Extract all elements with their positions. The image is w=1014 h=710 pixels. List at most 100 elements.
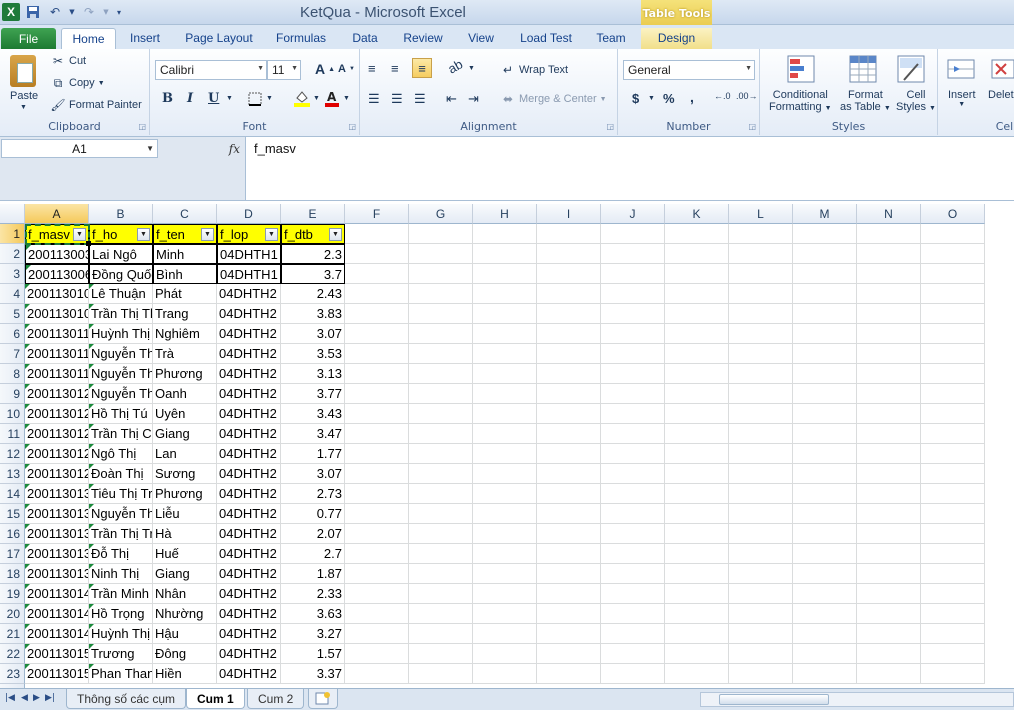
table-cell[interactable]: 04DHTH1 [217,244,281,264]
table-cell[interactable]: Nguyễn Thị [89,504,153,524]
row-header[interactable]: 16 [0,524,25,544]
increase-decimal-icon[interactable]: ←.0 [714,91,731,101]
table-cell[interactable]: Nguyễn Thị [89,364,153,384]
cell[interactable] [345,384,409,404]
cell[interactable] [729,444,793,464]
cell[interactable] [729,564,793,584]
filter-dropdown-icon[interactable]: ▼ [329,228,342,241]
cell[interactable] [345,564,409,584]
table-cell[interactable]: Tiêu Thị Tr [89,484,153,504]
redo-icon[interactable]: ↷ [80,3,98,21]
row-header[interactable]: 4 [0,284,25,304]
cell[interactable] [601,304,665,324]
table-cell[interactable]: 2.43 [281,284,345,304]
format-as-table-icon[interactable] [848,54,878,84]
cell[interactable] [729,584,793,604]
table-cell[interactable]: 200113014 [25,584,89,604]
cell[interactable] [857,304,921,324]
row-header[interactable]: 10 [0,404,25,424]
comma-button[interactable]: , [690,89,694,105]
table-cell[interactable]: 3.43 [281,404,345,424]
table-header-cell[interactable]: f_dtb ▼ [281,224,345,244]
cell[interactable] [409,524,473,544]
cell[interactable] [921,504,985,524]
cell[interactable] [409,364,473,384]
cell[interactable] [537,244,601,264]
cell[interactable] [921,284,985,304]
tab-page-layout[interactable]: Page Layout [178,28,260,49]
number-format-combo[interactable]: General ▼ [623,60,755,80]
cell[interactable] [473,504,537,524]
cell[interactable] [793,284,857,304]
cell[interactable] [537,304,601,324]
cell[interactable] [665,224,729,244]
font-launcher-icon[interactable]: ◲ [348,122,356,131]
prev-sheet-icon[interactable]: ◀ [21,693,28,703]
row-header[interactable]: 20 [0,604,25,624]
cell[interactable] [729,664,793,684]
merge-dropdown-icon[interactable]: ▼ [600,96,607,103]
cell[interactable] [793,524,857,544]
table-cell[interactable]: 200113015 [25,644,89,664]
align-right-icon[interactable]: ☰ [414,91,426,107]
insert-cells-label[interactable]: Insert ▼ [948,89,976,108]
table-cell[interactable]: 04DHTH2 [217,664,281,684]
cell[interactable] [793,364,857,384]
cell[interactable] [345,524,409,544]
tab-home[interactable]: Home [61,28,116,49]
cell[interactable] [729,324,793,344]
table-cell[interactable]: Phát [153,284,217,304]
table-cell[interactable]: 200113012 [25,464,89,484]
cell[interactable] [537,564,601,584]
alignment-launcher-icon[interactable]: ◲ [606,122,614,131]
font-name-combo[interactable]: Calibri ▼ [155,60,267,80]
table-cell[interactable]: Trương [89,644,153,664]
table-cell[interactable]: Trần Thị C [89,424,153,444]
table-header-cell[interactable]: f_masv ▼ [25,224,89,244]
cell[interactable] [409,624,473,644]
cell[interactable] [729,264,793,284]
row-header[interactable]: 7 [0,344,25,364]
row-header[interactable]: 8 [0,364,25,384]
table-cell[interactable]: Huế [153,544,217,564]
paste-button[interactable]: Paste [10,90,38,102]
cell[interactable] [601,624,665,644]
cell[interactable] [409,584,473,604]
cell[interactable] [601,264,665,284]
table-cell[interactable]: 04DHTH2 [217,584,281,604]
cell[interactable] [409,464,473,484]
cell[interactable] [601,644,665,664]
cell[interactable] [665,504,729,524]
borders-dropdown-icon[interactable]: ▼ [266,95,273,102]
save-icon[interactable] [24,3,42,21]
cell[interactable] [665,384,729,404]
column-header-c[interactable]: C [153,204,217,224]
sheet-tab-thong-so[interactable]: Thông số các cụm [66,689,187,709]
cell[interactable] [921,224,985,244]
table-cell[interactable]: 3.07 [281,324,345,344]
cell[interactable] [665,484,729,504]
row-header[interactable]: 21 [0,624,25,644]
cell[interactable] [345,404,409,424]
cell[interactable] [409,344,473,364]
cell[interactable] [473,324,537,344]
cell[interactable] [537,664,601,684]
cell[interactable] [537,384,601,404]
table-cell[interactable]: Uyên [153,404,217,424]
cell[interactable] [473,444,537,464]
table-cell[interactable]: 04DHTH2 [217,444,281,464]
column-header-j[interactable]: J [601,204,665,224]
table-cell[interactable]: 04DHTH2 [217,564,281,584]
table-cell[interactable]: 200113014 [25,604,89,624]
cell[interactable] [601,324,665,344]
table-cell[interactable]: 2.07 [281,524,345,544]
table-cell[interactable]: 04DHTH2 [217,304,281,324]
table-cell[interactable]: 200113013 [25,564,89,584]
column-header-o[interactable]: O [921,204,985,224]
formula-input[interactable]: f_masv [245,137,1014,200]
table-cell[interactable]: 2.3 [281,244,345,264]
cell[interactable] [921,644,985,664]
cell[interactable] [345,364,409,384]
delete-cells-label[interactable]: Delete [988,89,1014,101]
cell[interactable] [409,424,473,444]
